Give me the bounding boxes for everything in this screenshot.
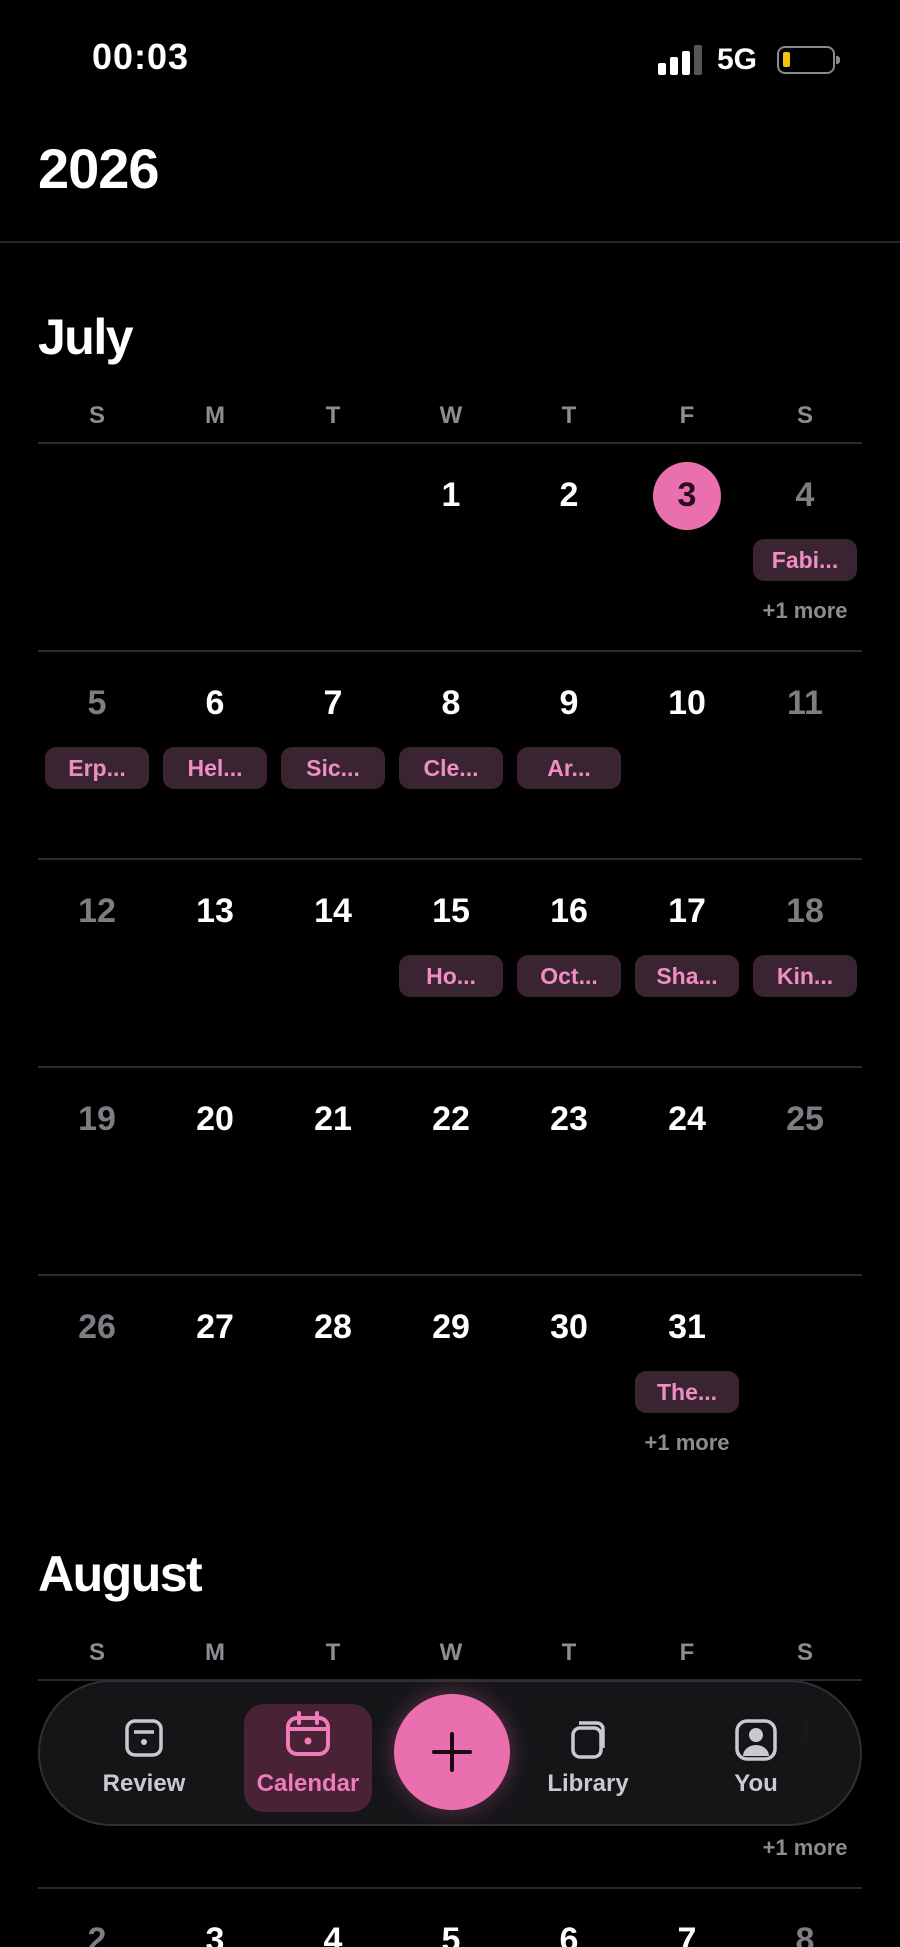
weekday-label: S xyxy=(88,402,105,429)
week-divider xyxy=(38,1066,862,1068)
day-cell[interactable]: 4 xyxy=(274,1921,392,1947)
day-cell[interactable]: 16 xyxy=(510,892,628,931)
event-chip[interactable]: Sha... xyxy=(635,955,739,997)
day-cell[interactable]: 2 xyxy=(510,476,628,515)
day-cell[interactable]: 7 xyxy=(628,1921,746,1947)
nav-review-label: Review xyxy=(102,1770,186,1797)
weekday-label: T xyxy=(325,1639,341,1666)
day-cell[interactable]: 15 xyxy=(392,892,510,931)
event-chip[interactable]: Fabi... xyxy=(753,539,857,581)
signal-icon xyxy=(658,45,704,75)
day-cell[interactable]: 24 xyxy=(628,1100,746,1139)
event-chip[interactable]: Ar... xyxy=(517,747,621,789)
event-chip[interactable]: The... xyxy=(635,1371,739,1413)
day-cell[interactable]: 19 xyxy=(38,1100,156,1139)
weekday-label: W xyxy=(439,1639,463,1666)
more-events-link[interactable]: +1 more xyxy=(628,1430,746,1456)
nav-review[interactable]: Review xyxy=(80,1682,208,1824)
weekday-label: S xyxy=(88,1639,105,1666)
event-chip[interactable]: Hel... xyxy=(163,747,267,789)
day-cell[interactable]: 11 xyxy=(746,684,864,723)
day-cell[interactable]: 21 xyxy=(274,1100,392,1139)
day-cell[interactable]: 18 xyxy=(746,892,864,931)
day-cell[interactable]: 5 xyxy=(38,684,156,723)
review-icon xyxy=(125,1719,163,1757)
event-chip[interactable]: Cle... xyxy=(399,747,503,789)
weekday-label: W xyxy=(439,402,463,429)
status-time: 00:03 xyxy=(92,36,190,77)
day-cell[interactable]: 28 xyxy=(274,1308,392,1347)
event-chip[interactable]: Oct... xyxy=(517,955,621,997)
day-cell[interactable]: 1 xyxy=(392,476,510,515)
month-title: July xyxy=(38,309,134,365)
day-cell[interactable]: 14 xyxy=(274,892,392,931)
year-title: 2026 xyxy=(38,137,160,200)
event-chip[interactable]: Erp... xyxy=(45,747,149,789)
nav-library[interactable]: Library xyxy=(524,1682,652,1824)
event-chip[interactable]: Kin... xyxy=(753,955,857,997)
nav-you-label: You xyxy=(734,1770,778,1797)
weekday-label: T xyxy=(325,402,341,429)
weekday-label: T xyxy=(561,402,577,429)
day-cell[interactable]: 20 xyxy=(156,1100,274,1139)
day-cell[interactable]: 7 xyxy=(274,684,392,723)
weekday-label: S xyxy=(796,402,813,429)
weekday-header: SMTWTFS xyxy=(38,1639,862,1679)
calendar-icon xyxy=(286,1711,330,1756)
day-cell[interactable]: 13 xyxy=(156,892,274,931)
day-cell[interactable]: 4 xyxy=(746,476,864,515)
event-chip[interactable]: Ho... xyxy=(399,955,503,997)
network-type: 5G xyxy=(717,43,758,76)
day-cell[interactable]: 27 xyxy=(156,1308,274,1347)
day-cell[interactable]: 23 xyxy=(510,1100,628,1139)
day-cell[interactable]: 8 xyxy=(746,1921,864,1947)
day-cell[interactable]: 12 xyxy=(38,892,156,931)
month-title: August xyxy=(38,1546,203,1602)
weekday-label: M xyxy=(205,402,225,429)
weekday-label: F xyxy=(679,402,695,429)
day-cell[interactable]: 31 xyxy=(628,1308,746,1347)
day-cell[interactable]: 29 xyxy=(392,1308,510,1347)
add-button[interactable] xyxy=(394,1694,510,1810)
week-divider xyxy=(38,1887,862,1889)
status-bar: 00:03 5G xyxy=(0,0,900,120)
day-cell[interactable]: 5 xyxy=(392,1921,510,1947)
nav-calendar-label: Calendar xyxy=(256,1770,360,1797)
day-cell[interactable]: 22 xyxy=(392,1100,510,1139)
weekday-label: F xyxy=(679,1639,695,1666)
nav-calendar[interactable]: Calendar xyxy=(244,1682,372,1824)
day-cell[interactable]: 10 xyxy=(628,684,746,723)
nav-library-label: Library xyxy=(547,1770,629,1797)
profile-icon xyxy=(735,1719,777,1761)
day-cell[interactable]: 6 xyxy=(510,1921,628,1947)
battery-icon xyxy=(777,46,840,74)
day-cell[interactable]: 8 xyxy=(392,684,510,723)
weekday-label: T xyxy=(561,1639,577,1666)
day-cell[interactable]: 30 xyxy=(510,1308,628,1347)
event-chip[interactable]: Sic... xyxy=(281,747,385,789)
week-divider xyxy=(38,442,862,444)
day-cell[interactable]: 17 xyxy=(628,892,746,931)
more-events-link[interactable]: +1 more xyxy=(746,1835,864,1861)
day-cell[interactable]: 9 xyxy=(510,684,628,723)
header-divider xyxy=(0,241,900,243)
day-cell[interactable]: 25 xyxy=(746,1100,864,1139)
week-divider xyxy=(38,650,862,652)
day-cell[interactable]: 3 xyxy=(156,1921,274,1947)
library-icon xyxy=(571,1721,605,1759)
day-cell[interactable]: 6 xyxy=(156,684,274,723)
day-cell[interactable]: 26 xyxy=(38,1308,156,1347)
weekday-label: S xyxy=(796,1639,813,1666)
week-divider xyxy=(38,858,862,860)
weekday-label: M xyxy=(205,1639,225,1666)
bottom-nav: Review Calendar Library You xyxy=(38,1680,862,1826)
plus-icon xyxy=(432,1732,472,1772)
day-cell[interactable]: 3 xyxy=(628,476,746,515)
weekday-header: SMTWTFS xyxy=(38,402,862,442)
week-divider xyxy=(38,1274,862,1276)
day-cell[interactable]: 2 xyxy=(38,1921,156,1947)
more-events-link[interactable]: +1 more xyxy=(746,598,864,624)
nav-you[interactable]: You xyxy=(692,1682,820,1824)
